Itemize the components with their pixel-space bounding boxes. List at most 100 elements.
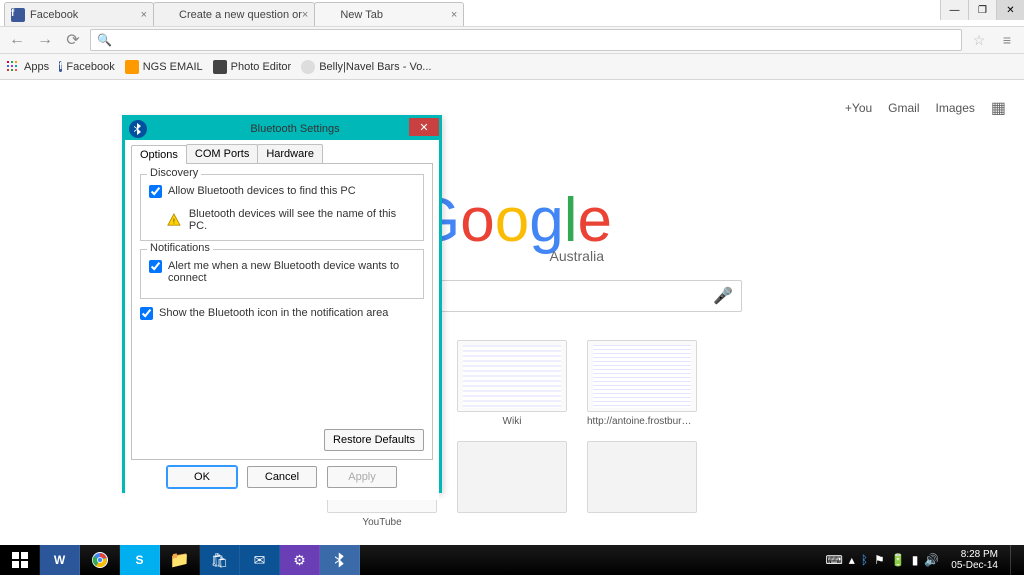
window-restore-button[interactable]: ❐ bbox=[968, 0, 996, 20]
start-button[interactable] bbox=[0, 545, 40, 575]
system-tray: ⌨ ▴ ᛒ ⚑ 🔋 ▮ 🔊 8:28 PM 05-Dec-14 bbox=[819, 545, 1024, 575]
tab-options[interactable]: Options bbox=[131, 145, 187, 164]
tab-com-ports[interactable]: COM Ports bbox=[186, 144, 258, 163]
alert-connect-label: Alert me when a new Bluetooth device wan… bbox=[168, 260, 415, 284]
gmail-link[interactable]: Gmail bbox=[888, 101, 919, 115]
chevron-up-icon[interactable]: ▴ bbox=[849, 553, 855, 567]
facebook-icon: f bbox=[11, 8, 25, 22]
browser-toolbar: ← → ⟳ 🔍 ☆ ≡ bbox=[0, 26, 1024, 54]
reload-button[interactable]: ⟳ bbox=[62, 30, 84, 50]
discovery-group: Discovery Allow Bluetooth devices to fin… bbox=[140, 174, 424, 241]
close-icon[interactable]: × bbox=[451, 9, 457, 21]
window-close-button[interactable]: ✕ bbox=[996, 0, 1024, 20]
bookmark-label: Belly|Navel Bars - Vo... bbox=[319, 61, 431, 73]
cancel-button[interactable]: Cancel bbox=[247, 466, 317, 488]
apps-label: Apps bbox=[24, 61, 49, 73]
thumb-label: Wiki bbox=[457, 416, 567, 427]
bookmark-label: Facebook bbox=[66, 61, 114, 73]
keyboard-icon[interactable]: ⌨ bbox=[825, 553, 842, 567]
chrome-menu-button[interactable]: ≡ bbox=[996, 30, 1018, 50]
thumbnail-tile-empty[interactable] bbox=[457, 441, 567, 528]
bluetooth-settings-dialog: Bluetooth Settings ✕ Options COM Ports H… bbox=[122, 115, 442, 493]
svg-text:!: ! bbox=[173, 216, 175, 225]
options-pane: Discovery Allow Bluetooth devices to fin… bbox=[131, 164, 433, 460]
thumb-label: http://antoine.frostburg.edu/ bbox=[587, 416, 697, 427]
notifications-group: Notifications Alert me when a new Blueto… bbox=[140, 249, 424, 299]
clock-time: 8:28 PM bbox=[951, 549, 998, 560]
clock-date: 05-Dec-14 bbox=[951, 560, 998, 571]
battery-icon[interactable]: 🔋 bbox=[891, 553, 906, 567]
restore-defaults-button[interactable]: Restore Defaults bbox=[324, 429, 424, 451]
bookmark-photo-editor[interactable]: Photo Editor bbox=[213, 60, 292, 74]
page-icon bbox=[301, 60, 315, 74]
tab-label: Create a new question or bbox=[179, 9, 302, 21]
close-icon[interactable]: × bbox=[302, 9, 308, 21]
images-link[interactable]: Images bbox=[936, 101, 975, 115]
notifications-legend: Notifications bbox=[147, 242, 213, 254]
taskbar-skype[interactable]: S bbox=[120, 545, 160, 575]
ok-button[interactable]: OK bbox=[167, 466, 237, 488]
dialog-close-button[interactable]: ✕ bbox=[409, 118, 439, 136]
browser-tab-facebook[interactable]: f Facebook × bbox=[4, 2, 154, 26]
taskbar-explorer[interactable]: 📁 bbox=[160, 545, 200, 575]
show-desktop-button[interactable] bbox=[1010, 545, 1018, 575]
allow-discovery-checkbox[interactable] bbox=[149, 185, 162, 198]
apps-button[interactable]: Apps bbox=[6, 60, 49, 74]
bookmark-star-button[interactable]: ☆ bbox=[968, 30, 990, 50]
taskbar-settings[interactable]: ⚙ bbox=[280, 545, 320, 575]
google-header: +You Gmail Images ▦ bbox=[845, 90, 1006, 118]
thumbnail-tile-empty[interactable] bbox=[587, 441, 697, 528]
taskbar-word[interactable]: W bbox=[40, 545, 80, 575]
alert-connect-checkbox[interactable] bbox=[149, 260, 162, 273]
browser-tab-newtab[interactable]: New Tab × bbox=[314, 2, 464, 26]
mic-icon[interactable]: 🎤 bbox=[713, 286, 733, 306]
dialog-title-bar[interactable]: Bluetooth Settings ✕ bbox=[125, 118, 439, 140]
bookmark-label: NGS EMAIL bbox=[143, 61, 203, 73]
browser-tab-question[interactable]: Create a new question or × bbox=[153, 2, 315, 26]
bookmark-facebook[interactable]: f Facebook bbox=[59, 61, 115, 73]
bookmarks-bar: Apps f Facebook NGS EMAIL Photo Editor Be… bbox=[0, 54, 1024, 80]
email-icon bbox=[125, 60, 139, 74]
windows-taskbar: W S 📁 🛍 ✉ ⚙ ⌨ ▴ ᛒ ⚑ 🔋 ▮ 🔊 8:28 PM 05-Dec… bbox=[0, 545, 1024, 575]
tab-label: New Tab bbox=[340, 9, 383, 21]
photo-icon bbox=[213, 60, 227, 74]
bluetooth-tray-icon[interactable]: ᛒ bbox=[861, 553, 868, 567]
browser-tab-strip: f Facebook × Create a new question or × … bbox=[0, 0, 1024, 26]
taskbar-bluetooth[interactable] bbox=[320, 545, 360, 575]
show-icon-label: Show the Bluetooth icon in the notificat… bbox=[159, 307, 388, 319]
plus-you-link[interactable]: +You bbox=[845, 101, 872, 115]
discovery-legend: Discovery bbox=[147, 167, 201, 179]
bluetooth-icon bbox=[129, 120, 147, 138]
taskbar-mail[interactable]: ✉ bbox=[240, 545, 280, 575]
volume-icon[interactable]: 🔊 bbox=[924, 553, 939, 567]
action-center-icon[interactable]: ⚑ bbox=[874, 553, 885, 567]
window-minimize-button[interactable]: — bbox=[940, 0, 968, 20]
clock[interactable]: 8:28 PM 05-Dec-14 bbox=[945, 549, 1004, 571]
bookmark-label: Photo Editor bbox=[231, 61, 292, 73]
warning-icon: ! bbox=[167, 213, 181, 227]
google-apps-icon[interactable]: ▦ bbox=[991, 98, 1006, 118]
facebook-icon: f bbox=[59, 61, 62, 72]
taskbar-chrome[interactable] bbox=[80, 545, 120, 575]
thumb-label: YouTube bbox=[327, 517, 437, 528]
dialog-title: Bluetooth Settings bbox=[151, 123, 439, 135]
bookmark-ngs-email[interactable]: NGS EMAIL bbox=[125, 60, 203, 74]
discovery-warning: Bluetooth devices will see the name of t… bbox=[189, 208, 415, 232]
search-icon: 🔍 bbox=[97, 33, 112, 47]
forward-button[interactable]: → bbox=[34, 30, 56, 50]
address-bar[interactable]: 🔍 bbox=[90, 29, 962, 51]
bookmark-belly[interactable]: Belly|Navel Bars - Vo... bbox=[301, 60, 431, 74]
tab-label: Facebook bbox=[30, 9, 78, 21]
thumbnail-tile[interactable]: http://antoine.frostburg.edu/ bbox=[587, 340, 697, 427]
tab-hardware[interactable]: Hardware bbox=[257, 144, 323, 163]
back-button[interactable]: ← bbox=[6, 30, 28, 50]
ms-icon bbox=[160, 8, 174, 22]
apps-icon bbox=[6, 60, 20, 74]
show-icon-checkbox[interactable] bbox=[140, 307, 153, 320]
taskbar-store[interactable]: 🛍 bbox=[200, 545, 240, 575]
close-icon[interactable]: × bbox=[141, 9, 147, 21]
apply-button[interactable]: Apply bbox=[327, 466, 397, 488]
dialog-buttons: OK Cancel Apply bbox=[131, 460, 433, 496]
thumbnail-tile[interactable]: Wiki bbox=[457, 340, 567, 427]
network-icon[interactable]: ▮ bbox=[912, 553, 919, 567]
